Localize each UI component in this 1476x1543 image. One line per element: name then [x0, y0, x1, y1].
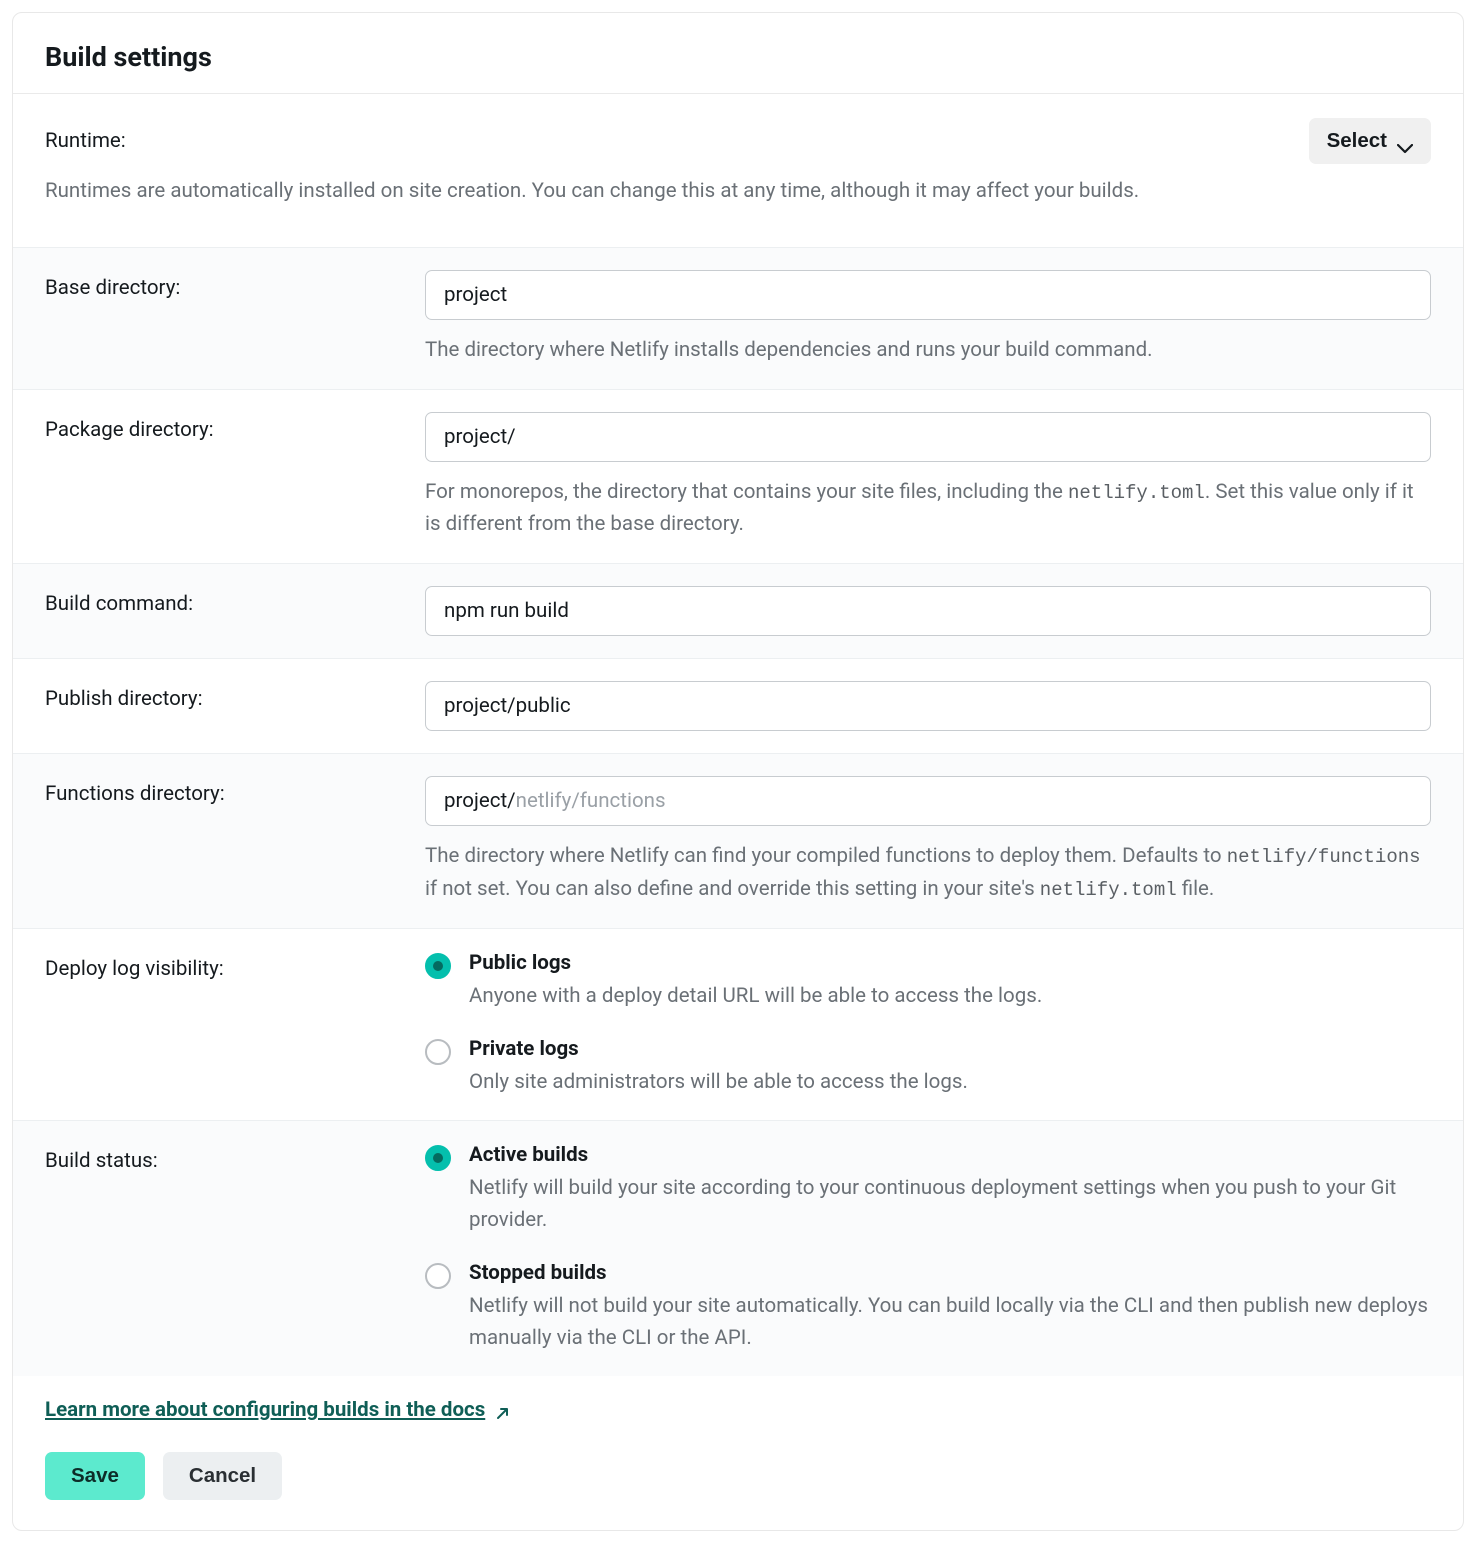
- base-directory-help: The directory where Netlify installs dep…: [425, 334, 1431, 367]
- functions-directory-input[interactable]: project/netlify/functions: [425, 776, 1431, 826]
- package-directory-input[interactable]: [425, 412, 1431, 462]
- radio-desc: Anyone with a deploy detail URL will be …: [469, 981, 1431, 1013]
- radio-private-logs[interactable]: Private logs Only site administrators wi…: [425, 1037, 1431, 1099]
- radio-icon: [425, 1145, 451, 1171]
- base-directory-field: The directory where Netlify installs dep…: [425, 270, 1431, 367]
- card-title: Build settings: [45, 41, 1431, 73]
- radio-public-logs[interactable]: Public logs Anyone with a deploy detail …: [425, 951, 1431, 1013]
- row-build-command: Build command:: [13, 563, 1463, 658]
- base-directory-input[interactable]: [425, 270, 1431, 320]
- package-directory-field: For monorepos, the directory that contai…: [425, 412, 1431, 542]
- publish-directory-input[interactable]: [425, 681, 1431, 731]
- row-package-directory: Package directory: For monorepos, the di…: [13, 389, 1463, 564]
- external-link-icon: [495, 1403, 510, 1418]
- form-rows: Base directory: The directory where Netl…: [13, 247, 1463, 1377]
- package-directory-label: Package directory:: [45, 412, 425, 542]
- radio-active-builds[interactable]: Active builds Netlify will build your si…: [425, 1143, 1431, 1237]
- row-base-directory: Base directory: The directory where Netl…: [13, 247, 1463, 389]
- radio-desc: Only site administrators will be able to…: [469, 1067, 1431, 1099]
- build-command-input[interactable]: [425, 586, 1431, 636]
- row-publish-directory: Publish directory:: [13, 658, 1463, 753]
- runtime-row: Runtime: Select: [45, 118, 1431, 164]
- radio-desc: Netlify will build your site according t…: [469, 1173, 1431, 1237]
- radio-desc: Netlify will not build your site automat…: [469, 1291, 1431, 1355]
- docs-link[interactable]: Learn more about configuring builds in t…: [45, 1398, 510, 1422]
- functions-directory-field: project/netlify/functions The directory …: [425, 776, 1431, 906]
- functions-directory-label: Functions directory:: [45, 776, 425, 906]
- radio-icon: [425, 1263, 451, 1289]
- row-deploy-log-visibility: Deploy log visibility: Public logs Anyon…: [13, 928, 1463, 1121]
- cancel-button[interactable]: Cancel: [163, 1452, 282, 1500]
- card-footer: Learn more about configuring builds in t…: [13, 1376, 1463, 1530]
- docs-link-text: Learn more about configuring builds in t…: [45, 1398, 485, 1422]
- radio-icon: [425, 1039, 451, 1065]
- radio-stopped-builds[interactable]: Stopped builds Netlify will not build yo…: [425, 1261, 1431, 1355]
- build-status-label: Build status:: [45, 1143, 425, 1354]
- row-build-status: Build status: Active builds Netlify will…: [13, 1120, 1463, 1376]
- radio-title: Active builds: [469, 1143, 1431, 1167]
- runtime-help: Runtimes are automatically installed on …: [45, 176, 1431, 207]
- runtime-label: Runtime:: [45, 129, 126, 153]
- package-directory-help: For monorepos, the directory that contai…: [425, 476, 1431, 542]
- chevron-down-icon: [1397, 136, 1413, 146]
- radio-title: Private logs: [469, 1037, 1431, 1061]
- radio-title: Public logs: [469, 951, 1431, 975]
- publish-directory-field: [425, 681, 1431, 731]
- functions-directory-prefix: project/: [444, 789, 516, 813]
- row-functions-directory: Functions directory: project/netlify/fun…: [13, 753, 1463, 928]
- functions-directory-help: The directory where Netlify can find you…: [425, 840, 1431, 906]
- radio-icon: [425, 953, 451, 979]
- build-command-label: Build command:: [45, 586, 425, 636]
- base-directory-label: Base directory:: [45, 270, 425, 367]
- runtime-select-label: Select: [1327, 129, 1387, 153]
- runtime-section: Runtime: Select Runtimes are automatical…: [13, 94, 1463, 247]
- deploy-log-options: Public logs Anyone with a deploy detail …: [425, 951, 1431, 1099]
- runtime-select-button[interactable]: Select: [1309, 118, 1431, 164]
- build-status-options: Active builds Netlify will build your si…: [425, 1143, 1431, 1354]
- publish-directory-label: Publish directory:: [45, 681, 425, 731]
- build-command-field: [425, 586, 1431, 636]
- save-button[interactable]: Save: [45, 1452, 145, 1500]
- card-header: Build settings: [13, 13, 1463, 94]
- build-settings-card: Build settings Runtime: Select Runtimes …: [12, 12, 1464, 1531]
- radio-title: Stopped builds: [469, 1261, 1431, 1285]
- deploy-log-label: Deploy log visibility:: [45, 951, 425, 1099]
- button-row: Save Cancel: [45, 1452, 1431, 1500]
- functions-directory-placeholder: netlify/functions: [516, 789, 666, 813]
